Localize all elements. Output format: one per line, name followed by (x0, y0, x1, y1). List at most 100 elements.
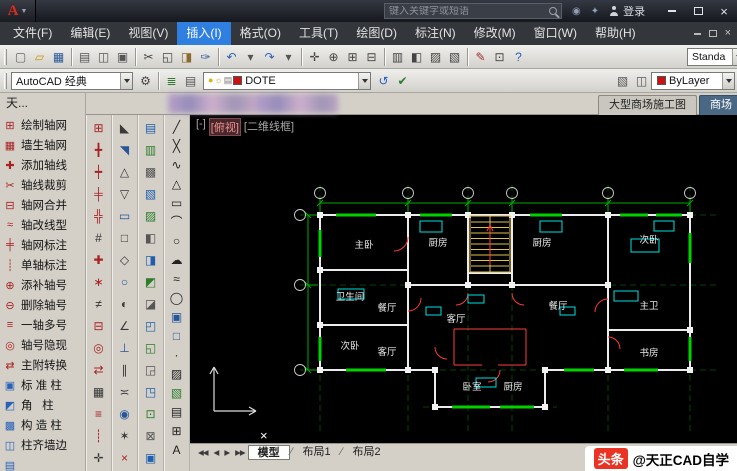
axis-tool-icon[interactable]: ⇄ (88, 359, 110, 381)
construction-line-icon[interactable]: ╳ (166, 136, 188, 155)
dim-tool-icon[interactable]: ▭ (114, 205, 136, 227)
axis-tool-icon[interactable]: ╬ (88, 205, 110, 227)
axis-tool-icon[interactable]: ⊞ (88, 117, 110, 139)
menu-item[interactable]: 格式(O) (231, 22, 290, 45)
tab-layout1[interactable]: 布局1 (294, 445, 340, 460)
hatch-icon[interactable]: ▨ (166, 364, 188, 383)
dim-tool-icon[interactable]: ◐ (114, 293, 136, 315)
dim-tool-icon[interactable]: ∠ (114, 315, 136, 337)
spline-icon[interactable]: ≈ (166, 269, 188, 288)
point-icon[interactable]: · (166, 345, 188, 364)
prev-layout-button[interactable]: ◀ (211, 448, 222, 457)
viewport-style-control[interactable]: [二维线框] (244, 118, 294, 136)
workspace-settings-icon[interactable]: ⚙ (136, 71, 155, 90)
gradient-icon[interactable]: ▧ (166, 383, 188, 402)
menu-item[interactable]: 插入(I) (177, 22, 230, 45)
help-icon[interactable]: ? (509, 47, 528, 66)
axis-tool-icon[interactable]: ┿ (88, 161, 110, 183)
zoom-previous-icon[interactable]: ⊟ (362, 47, 381, 66)
dim-tool-icon[interactable]: ≍ (114, 381, 136, 403)
menu-item[interactable]: 标注(N) (406, 22, 465, 45)
menu-item[interactable]: 窗口(W) (525, 22, 586, 45)
modify-tool-icon[interactable]: ◳ (140, 381, 162, 403)
circle-icon[interactable]: ○ (166, 231, 188, 250)
make-block-icon[interactable]: □ (166, 326, 188, 345)
sign-in-button[interactable]: 登录 (609, 3, 645, 19)
toolbar-grip[interactable] (4, 49, 7, 65)
sidebar-item[interactable]: ⊖删除轴号 (0, 295, 85, 315)
drawing-close-icon[interactable]: × (725, 28, 731, 39)
save-icon[interactable]: ▦ (49, 47, 68, 66)
dim-tool-icon[interactable]: ✶ (114, 425, 136, 447)
properties-icon[interactable]: ▥ (388, 47, 407, 66)
copy-icon[interactable]: ◱ (158, 47, 177, 66)
layer-dropdown[interactable]: ●☼▤ DOTE (203, 72, 371, 90)
axis-tool-icon[interactable]: ◎ (88, 337, 110, 359)
menu-item[interactable]: 视图(V) (119, 22, 177, 45)
sidebar-item[interactable]: ✂轴线裁剪 (0, 175, 85, 195)
search-input[interactable] (389, 6, 545, 17)
modify-tool-icon[interactable]: ▥ (140, 139, 162, 161)
zoom-realtime-icon[interactable]: ⊕ (324, 47, 343, 66)
quickcalc-icon[interactable]: ⊡ (490, 47, 509, 66)
revcloud-icon[interactable]: ☁ (166, 250, 188, 269)
drawing-minimize-icon[interactable] (694, 33, 701, 35)
mtext-icon[interactable]: A (166, 440, 188, 459)
menu-item[interactable]: 帮助(H) (586, 22, 645, 45)
text-style-icon[interactable]: ▧ (613, 71, 632, 90)
menu-item[interactable]: 编辑(E) (61, 22, 119, 45)
workspace-dropdown[interactable]: AutoCAD 经典 (11, 72, 133, 90)
plot-icon[interactable]: ▤ (75, 47, 94, 66)
dim-tool-icon[interactable]: ◥ (114, 139, 136, 161)
modify-tool-icon[interactable]: ▩ (140, 161, 162, 183)
undo-dropdown-icon[interactable]: ▾ (241, 47, 260, 66)
viewport-minimize-control[interactable]: [-] (196, 118, 206, 136)
redo-dropdown-icon[interactable]: ▾ (279, 47, 298, 66)
new-file-icon[interactable]: ▢ (11, 47, 30, 66)
modify-tool-icon[interactable]: ⊡ (140, 403, 162, 425)
axis-tool-icon[interactable]: ≡ (88, 403, 110, 425)
cut-icon[interactable]: ✂ (139, 47, 158, 66)
dim-tool-icon[interactable]: × (114, 447, 136, 469)
plot-preview-icon[interactable]: ◫ (94, 47, 113, 66)
modify-tool-icon[interactable]: ◧ (140, 227, 162, 249)
open-file-icon[interactable]: ▱ (30, 47, 49, 66)
polygon-icon[interactable]: △ (166, 174, 188, 193)
text-style-dropdown[interactable]: Standa (687, 48, 737, 66)
toolbar-grip[interactable] (4, 73, 7, 89)
sidebar-item[interactable]: ▩构 造 柱 (0, 415, 85, 435)
dim-tool-icon[interactable]: ◉ (114, 403, 136, 425)
modify-tool-icon[interactable]: ▣ (140, 447, 162, 469)
sidebar-item[interactable]: ⊞绘制轴网 (0, 115, 85, 135)
modify-tool-icon[interactable]: ▤ (140, 117, 162, 139)
pan-icon[interactable]: ✛ (305, 47, 324, 66)
drawing-restore-icon[interactable] (709, 30, 717, 37)
axis-tool-icon[interactable]: ▦ (88, 381, 110, 403)
sidebar-item[interactable]: ╪轴网标注 (0, 235, 85, 255)
search-icon[interactable] (549, 7, 557, 15)
modify-tool-icon[interactable]: ◱ (140, 337, 162, 359)
undo-icon[interactable]: ↶ (222, 47, 241, 66)
sidebar-item[interactable]: ≈轴改线型 (0, 215, 85, 235)
doc-tab[interactable]: 大型商场施工图 (598, 95, 697, 115)
dim-tool-icon[interactable]: ⊥ (114, 337, 136, 359)
doc-tab[interactable]: 商场 (699, 95, 737, 115)
layer-make-current-icon[interactable]: ✔ (393, 71, 412, 90)
sidebar-item[interactable]: ≡一轴多号 (0, 315, 85, 335)
dim-tool-icon[interactable]: ◣ (114, 117, 136, 139)
drawing-canvas[interactable]: [-][俯视][二维线框] (190, 115, 737, 443)
region-icon[interactable]: ▤ (166, 402, 188, 421)
modify-tool-icon[interactable]: ◪ (140, 293, 162, 315)
markup-icon[interactable]: ✎ (471, 47, 490, 66)
menu-item[interactable]: 工具(T) (290, 22, 347, 45)
sidebar-item[interactable]: ⊟轴网合并 (0, 195, 85, 215)
zoom-window-icon[interactable]: ⊞ (343, 47, 362, 66)
sheet-set-icon[interactable]: ▧ (445, 47, 464, 66)
menu-item[interactable]: 绘图(D) (347, 22, 406, 45)
sidebar-item[interactable]: ◫柱齐墙边 (0, 435, 85, 455)
dim-tool-icon[interactable]: ∥ (114, 359, 136, 381)
first-layout-button[interactable]: ◀◀ (195, 448, 211, 457)
dim-tool-icon[interactable]: ▽ (114, 183, 136, 205)
axis-tool-icon[interactable]: ╪ (88, 183, 110, 205)
last-layout-button[interactable]: ▶▶ (232, 448, 248, 457)
